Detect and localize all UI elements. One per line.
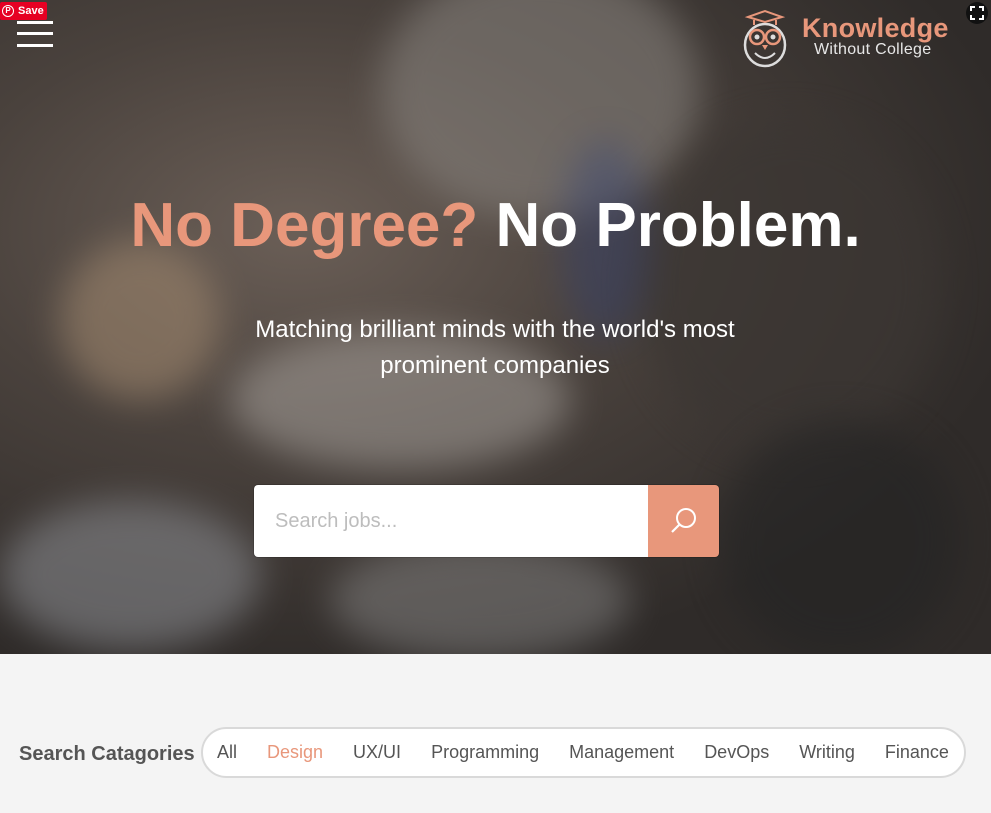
search-button[interactable] <box>648 485 719 557</box>
background-blur <box>0 500 260 650</box>
pinterest-save-label: Save <box>18 5 44 17</box>
brand-logo[interactable]: Knowledge Without College <box>740 7 970 69</box>
hero-headline: No Degree? No Problem. <box>0 190 991 261</box>
background-blur <box>380 0 700 220</box>
search-icon <box>670 508 696 533</box>
job-search-form <box>254 485 719 557</box>
category-finance[interactable]: Finance <box>870 742 964 763</box>
category-design[interactable]: Design <box>252 742 338 763</box>
pinterest-icon: P <box>2 5 14 17</box>
category-all[interactable]: All <box>217 742 252 763</box>
categories-label: Search Catagories <box>19 743 195 765</box>
headline-plain: No Problem. <box>495 191 861 260</box>
hero-tagline: Matching brilliant minds with the world'… <box>255 316 735 379</box>
background-blur <box>330 540 630 654</box>
category-programming[interactable]: Programming <box>416 742 554 763</box>
search-input[interactable] <box>254 485 648 557</box>
brand-subtitle: Without College <box>814 41 932 58</box>
category-filter-bar: All Design UX/UI Programming Management … <box>201 727 966 778</box>
brand-title: Knowledge <box>802 13 949 43</box>
category-devops[interactable]: DevOps <box>689 742 784 763</box>
background-blur <box>640 120 940 450</box>
categories-section: Search Catagories All Design UX/UI Progr… <box>0 654 991 813</box>
background-blur <box>60 240 220 400</box>
category-ux-ui[interactable]: UX/UI <box>338 742 416 763</box>
pinterest-save-button[interactable]: P Save <box>0 2 47 20</box>
category-writing[interactable]: Writing <box>784 742 870 763</box>
hamburger-icon[interactable] <box>17 19 53 49</box>
headline-accent: No Degree? <box>130 191 479 260</box>
owl-logo-icon <box>743 9 787 68</box>
fullscreen-icon[interactable] <box>966 2 988 24</box>
background-blur <box>720 420 960 654</box>
hero-section: P Save Knowledge Without College No Degr… <box>0 0 991 654</box>
category-management[interactable]: Management <box>554 742 689 763</box>
